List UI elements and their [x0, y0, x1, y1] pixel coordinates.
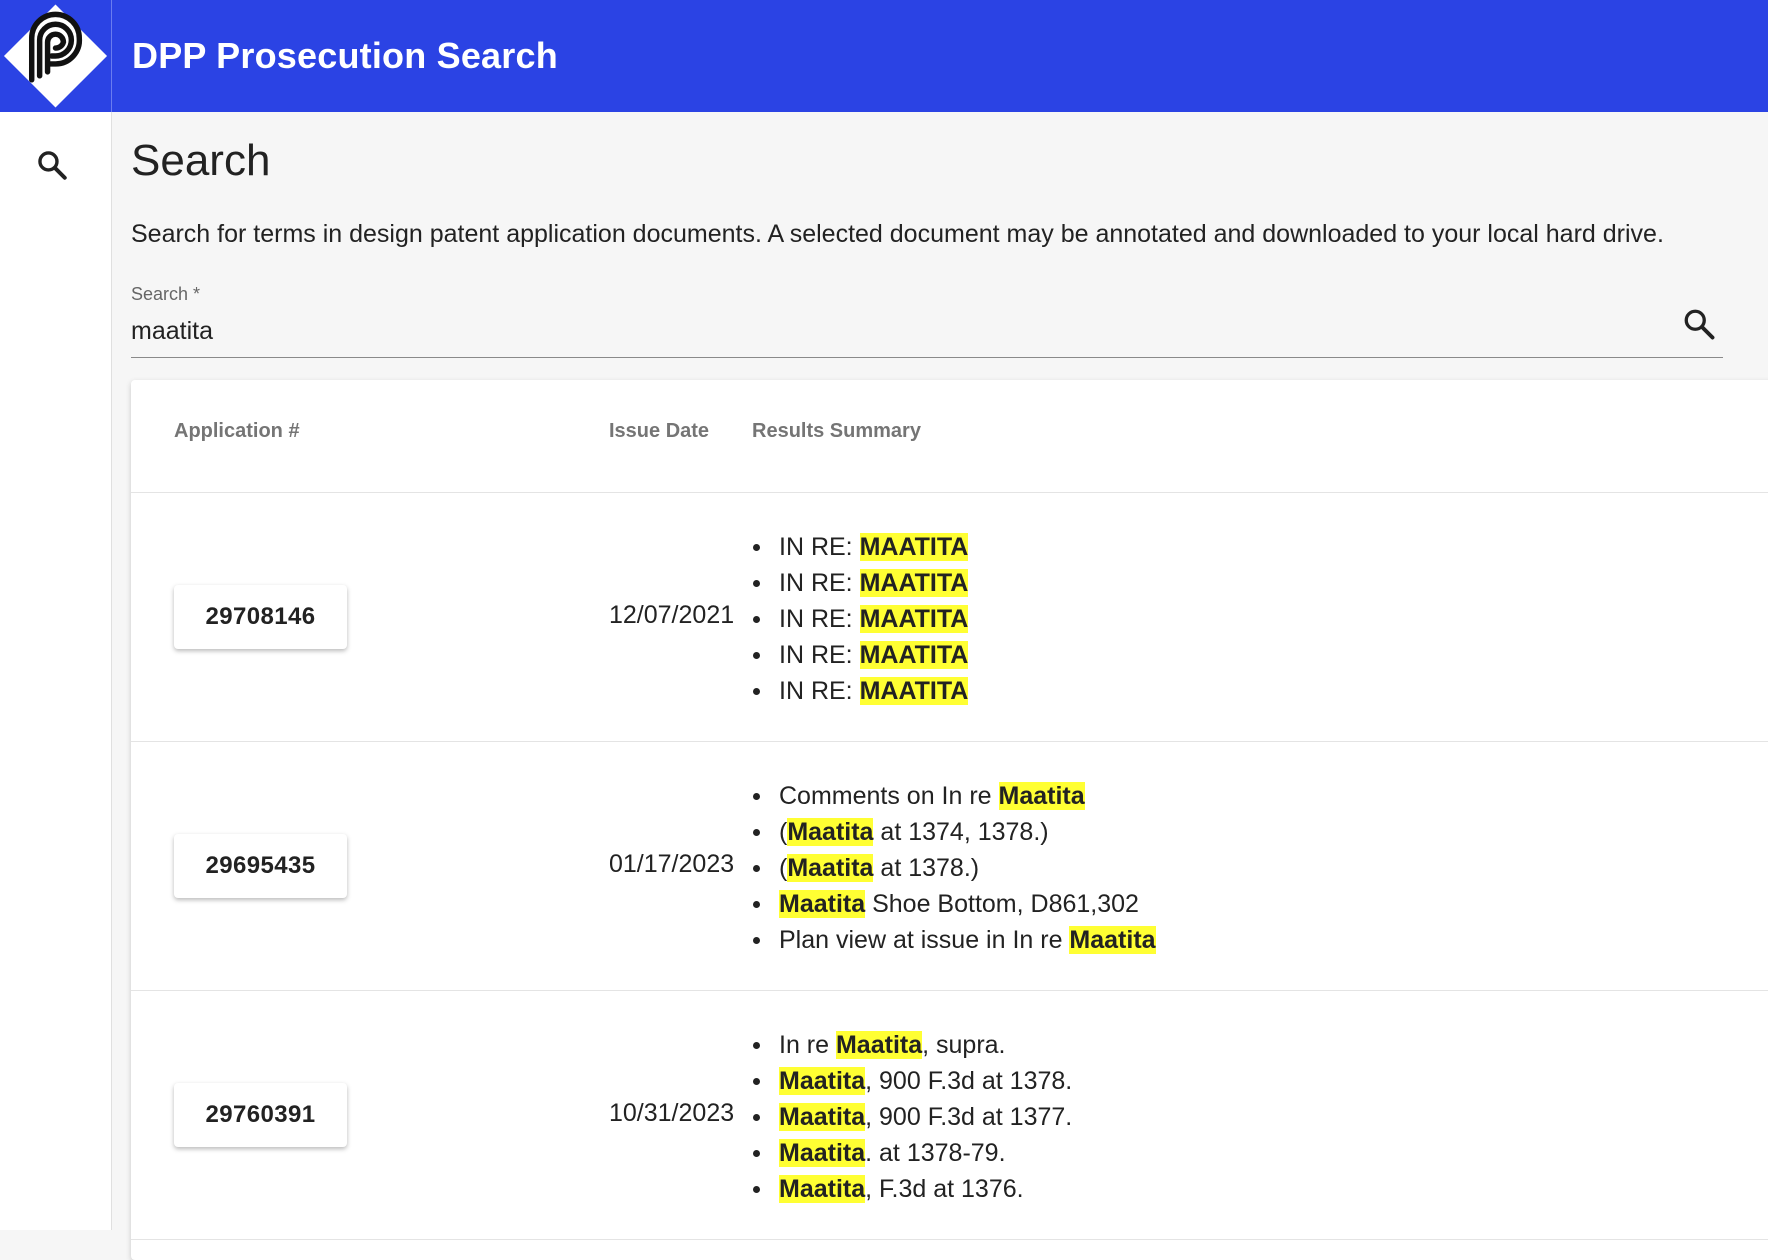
sidebar-item-search[interactable] [35, 148, 69, 182]
summary-text: IN RE: [779, 677, 860, 705]
summary-item: IN RE: MAATITA [751, 673, 968, 709]
summary-item: Plan view at issue in In re Maatita [751, 922, 1156, 958]
search-term-highlight: Maatita [1069, 926, 1155, 954]
summary-text: Plan view at issue in In re [779, 926, 1069, 954]
column-header-application[interactable]: Application # [174, 420, 300, 443]
issue-date: 12/07/2021 [609, 601, 734, 630]
table-row: 2976039110/31/2023In re Maatita, supra.M… [131, 991, 1768, 1240]
table-row: 2970814612/07/2021IN RE: MAATITAIN RE: M… [131, 493, 1768, 742]
search-term-highlight: Maatita [836, 1031, 922, 1059]
search-term-highlight: MAATITA [860, 641, 969, 669]
search-term-highlight: Maatita [779, 890, 865, 918]
search-term-highlight: Maatita [779, 1067, 865, 1095]
summary-item: Comments on In re Maatita [751, 778, 1156, 814]
summary-item: IN RE: MAATITA [751, 529, 968, 565]
column-header-results-summary: Results Summary [752, 420, 921, 443]
summary-item: Maatita, 900 F.3d at 1377. [751, 1099, 1072, 1135]
sidebar [0, 112, 112, 1230]
search-term-highlight: MAATITA [860, 605, 969, 633]
results-summary-list: Comments on In re Maatita(Maatita at 137… [751, 778, 1156, 958]
summary-text: , 900 F.3d at 1377. [865, 1103, 1072, 1131]
dpp-logo-icon [0, 0, 111, 112]
page-title: Search [131, 136, 270, 186]
column-header-issue-date[interactable]: Issue Date [609, 420, 709, 443]
main-content: Search Search for terms in design patent… [112, 112, 1768, 1230]
search-term-highlight: MAATITA [860, 533, 969, 561]
app-title: DPP Prosecution Search [132, 35, 558, 77]
results-summary-list: IN RE: MAATITAIN RE: MAATITAIN RE: MAATI… [751, 529, 968, 709]
summary-text: . at 1378-79. [865, 1139, 1005, 1167]
summary-item: Maatita. at 1378-79. [751, 1135, 1072, 1171]
summary-text: IN RE: [779, 605, 860, 633]
summary-item: (Maatita at 1374, 1378.) [751, 814, 1156, 850]
table-row: 29695435 01/17/2023 Comments on In re Maat… [131, 742, 1768, 991]
search-submit-button[interactable] [1681, 306, 1717, 342]
results-table: Application # Issue Date Results Summary… [131, 380, 1768, 1260]
search-term-highlight: Maatita [787, 818, 873, 846]
summary-item: (Maatita at 1378.) [751, 850, 1156, 886]
search-icon [35, 148, 69, 182]
search-term-highlight: Maatita [779, 1103, 865, 1131]
application-number-button[interactable]: 29760391 [174, 1083, 347, 1147]
summary-text: , supra. [922, 1031, 1005, 1059]
page-description: Search for terms in design patent applic… [131, 220, 1751, 249]
search-field: Search * [131, 270, 1723, 358]
summary-text: , F.3d at 1376. [865, 1175, 1023, 1203]
summary-text: In re [779, 1031, 836, 1059]
summary-text: IN RE: [779, 641, 860, 669]
summary-item: Maatita, F.3d at 1376. [751, 1171, 1072, 1207]
search-term-highlight: Maatita [999, 782, 1085, 810]
search-label: Search * [131, 284, 200, 305]
summary-text: at 1374, 1378.) [873, 818, 1048, 846]
application-number-button[interactable]: 29708146 [174, 585, 347, 649]
search-term-highlight: Maatita [779, 1175, 865, 1203]
search-term-highlight: Maatita [787, 854, 873, 882]
summary-text: IN RE: [779, 569, 860, 597]
summary-item: IN RE: MAATITA [751, 565, 968, 601]
results-summary-list: In re Maatita, supra.Maatita, 900 F.3d a… [751, 1027, 1072, 1207]
search-icon [1681, 306, 1717, 342]
search-term-highlight: MAATITA [860, 569, 969, 597]
search-term-highlight: MAATITA [860, 677, 969, 705]
issue-date: 10/31/2023 [609, 1099, 734, 1128]
summary-item: Maatita Shoe Bottom, D861,302 [751, 886, 1156, 922]
logo[interactable] [0, 0, 112, 112]
summary-text: Shoe Bottom, D861,302 [865, 890, 1139, 918]
summary-text: Comments on In re [779, 782, 999, 810]
summary-item: Maatita, 900 F.3d at 1378. [751, 1063, 1072, 1099]
search-term-highlight: Maatita [779, 1139, 865, 1167]
summary-item: IN RE: MAATITA [751, 601, 968, 637]
table-header: Application # Issue Date Results Summary [131, 380, 1768, 493]
summary-item: IN RE: MAATITA [751, 637, 968, 673]
search-input[interactable] [131, 312, 1631, 350]
summary-text: , 900 F.3d at 1378. [865, 1067, 1072, 1095]
issue-date: 01/17/2023 [609, 850, 734, 879]
summary-item: In re Maatita, supra. [751, 1027, 1072, 1063]
application-number-button[interactable]: 29695435 [174, 834, 347, 898]
app-bar: DPP Prosecution Search [0, 0, 1768, 112]
summary-text: IN RE: [779, 533, 860, 561]
summary-text: at 1378.) [873, 854, 979, 882]
